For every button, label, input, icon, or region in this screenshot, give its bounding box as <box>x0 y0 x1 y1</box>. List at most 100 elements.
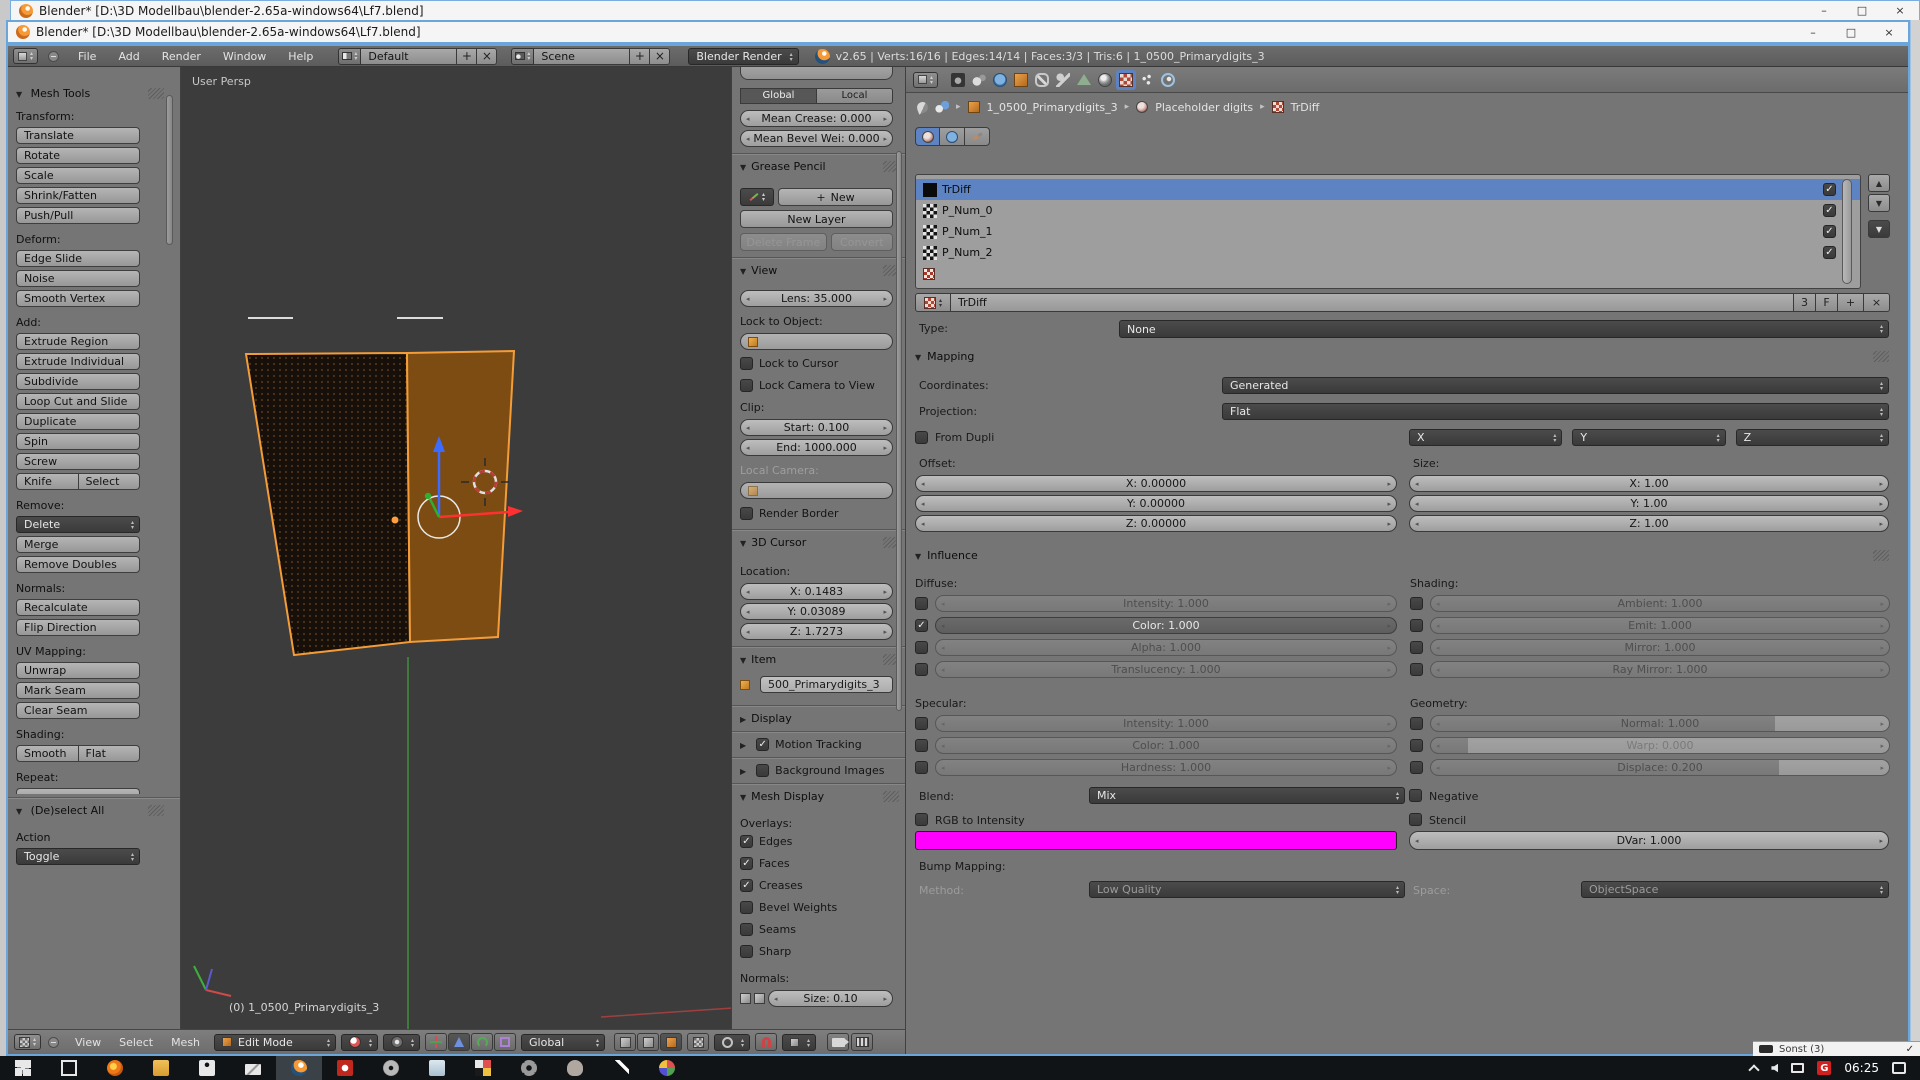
mean-bevel-slider[interactable]: Mean Bevel Wei: 0.000 <box>740 130 893 147</box>
texture-slot-row[interactable]: TrDiff ✓ <box>916 179 1860 200</box>
collapse-menus-icon[interactable] <box>48 1037 59 1048</box>
influence-checkbox[interactable] <box>915 717 928 730</box>
face-normals-toggle[interactable] <box>754 993 765 1004</box>
menu-item[interactable]: Render <box>151 50 212 63</box>
rgb-to-intensity-checkbox[interactable] <box>915 813 928 826</box>
influence-checkbox[interactable] <box>915 597 928 610</box>
tool-button[interactable]: Recalculate <box>16 599 140 616</box>
layout-name-field[interactable]: Default <box>361 48 457 65</box>
slot-list-scrollbar[interactable] <box>1842 179 1852 284</box>
lock-to-cursor-checkbox[interactable] <box>740 357 753 370</box>
opengl-animation-button[interactable] <box>851 1033 873 1051</box>
taskbar-app-button[interactable] <box>46 1056 92 1080</box>
tray-expand-icon[interactable] <box>1749 1064 1760 1075</box>
panel-drag-icon[interactable] <box>1873 550 1889 561</box>
dvar-slider[interactable]: DVar: 1.000 <box>1409 831 1889 850</box>
new-texture-button[interactable]: + <box>1838 293 1864 312</box>
clipped-button[interactable] <box>16 788 140 794</box>
scene-name-field[interactable]: Scene <box>534 48 630 65</box>
slot-specials-dropdown[interactable]: ▼ <box>1868 220 1890 238</box>
influence-slider[interactable]: Hardness: 1.000 <box>935 759 1397 776</box>
close-button[interactable]: × <box>1870 22 1908 42</box>
cursor-z-slider[interactable]: Z: 1.7273 <box>740 623 893 640</box>
offset-slider[interactable]: Z: 0.00000 <box>915 515 1397 532</box>
overlay-checkbox[interactable]: ✓ <box>740 879 753 892</box>
clip-end-slider[interactable]: End: 1000.000 <box>740 439 893 456</box>
layout-browse-button[interactable] <box>338 48 361 65</box>
tool-shelf[interactable]: Mesh Tools Transform: TranslateRotateSca… <box>8 67 181 1029</box>
mapping-panel-header[interactable]: Mapping <box>915 350 1889 363</box>
tool-button[interactable]: Translate <box>16 127 140 144</box>
mesh-face-textured[interactable] <box>246 353 410 655</box>
tool-button[interactable]: Duplicate <box>16 413 140 430</box>
motion-tracking-header[interactable] <box>740 738 751 751</box>
influence-slider[interactable]: Warp: 0.000 <box>1430 737 1890 754</box>
taskbar-app-button[interactable] <box>460 1056 506 1080</box>
overlay-checkbox[interactable] <box>740 901 753 914</box>
motion-tracking-checkbox[interactable]: ✓ <box>756 738 769 751</box>
snap-element-dropdown[interactable] <box>782 1034 816 1051</box>
tool-button[interactable]: Spin <box>16 433 140 450</box>
offset-slider[interactable]: Y: 0.00000 <box>915 495 1397 512</box>
texture-enable-checkbox[interactable]: ✓ <box>1823 204 1836 217</box>
texture-slot-row[interactable]: P_Num_2 ✓ <box>916 242 1860 263</box>
minimize-button[interactable]: – <box>1805 1 1843 20</box>
tool-button[interactable]: Unwrap <box>16 662 140 679</box>
taskbar-app-button[interactable] <box>0 1056 46 1080</box>
negative-checkbox[interactable] <box>1409 789 1422 802</box>
tool-button[interactable]: Extrude Individual <box>16 353 140 370</box>
breadcrumb-texture[interactable]: TrDiff <box>1291 101 1320 114</box>
tool-button[interactable]: Smooth Vertex <box>16 290 140 307</box>
influence-slider[interactable]: Intensity: 1.000 <box>935 715 1397 732</box>
convert-button[interactable]: Convert <box>831 233 893 251</box>
move-slot-down-button[interactable]: ▼ <box>1868 194 1890 212</box>
tool-dropdown[interactable]: Delete <box>16 516 140 533</box>
influence-slider[interactable]: Normal: 1.000 <box>1430 715 1890 732</box>
orientation-tab[interactable]: Global <box>740 88 817 104</box>
clip-start-slider[interactable]: Start: 0.100 <box>740 419 893 436</box>
axis-dropdown[interactable]: Y <box>1572 429 1725 446</box>
influence-slider[interactable]: Ray Mirror: 1.000 <box>1430 661 1890 678</box>
influence-slider[interactable]: Intensity: 1.000 <box>935 595 1397 612</box>
render-engine-dropdown[interactable]: Blender Render <box>688 48 798 65</box>
taskbar-app-button[interactable] <box>138 1056 184 1080</box>
properties-tab[interactable] <box>1095 70 1115 90</box>
overlay-checkbox[interactable] <box>740 923 753 936</box>
texture-name-field[interactable]: TrDiff <box>951 293 1794 312</box>
delete-frame-button[interactable]: Delete Frame <box>740 233 827 251</box>
influence-checkbox[interactable] <box>1410 717 1423 730</box>
influence-slider[interactable]: Translucency: 1.000 <box>935 661 1397 678</box>
view-panel-header[interactable]: View <box>740 264 893 277</box>
size-slider[interactable]: Z: 1.00 <box>1409 515 1889 532</box>
bump-method-dropdown[interactable]: Low Quality <box>1089 881 1405 898</box>
action-dropdown[interactable]: Toggle <box>16 848 140 865</box>
viewport-3d[interactable]: User Persp (0) 1_0500_Primarydigits_3 <box>181 67 731 1029</box>
face-select-button[interactable] <box>660 1033 682 1051</box>
tool-button[interactable]: Push/Pull <box>16 207 140 224</box>
close-button[interactable]: × <box>1881 1 1919 20</box>
scene-browse-button[interactable] <box>511 48 534 65</box>
bump-space-dropdown[interactable]: ObjectSpace <box>1581 881 1889 898</box>
influence-checkbox[interactable] <box>1410 619 1423 632</box>
maximize-button[interactable]: □ <box>1832 22 1870 42</box>
manipulator-toggle[interactable] <box>425 1033 447 1051</box>
notification-center-icon[interactable] <box>1892 1062 1906 1074</box>
editor-type-button[interactable] <box>13 48 38 64</box>
orientation-dropdown[interactable]: Global <box>521 1034 605 1051</box>
local-camera-field[interactable] <box>740 482 893 499</box>
tool-shelf-scrollbar[interactable] <box>166 95 173 245</box>
front-window-titlebar[interactable]: Blender* [D:\3D Modellbau\blender-2.65a-… <box>6 20 1910 44</box>
taskbar-app-button[interactable] <box>506 1056 552 1080</box>
mode-dropdown[interactable]: Edit Mode <box>214 1034 336 1051</box>
taskbar-app-button[interactable] <box>184 1056 230 1080</box>
brush-textures-button[interactable] <box>965 127 990 146</box>
overlay-checkbox[interactable]: ✓ <box>740 835 753 848</box>
properties-tab[interactable] <box>1053 70 1073 90</box>
texture-color-swatch[interactable] <box>915 831 1397 850</box>
menu-item[interactable]: Mesh <box>162 1036 209 1049</box>
properties-tab[interactable] <box>1074 70 1094 90</box>
deselect-panel-header[interactable]: (De)select All <box>16 804 172 817</box>
menu-item[interactable]: Add <box>107 50 150 63</box>
grease-new-button[interactable]: +New <box>778 188 893 206</box>
item-name-field[interactable]: 500_Primarydigits_3 <box>760 676 893 693</box>
